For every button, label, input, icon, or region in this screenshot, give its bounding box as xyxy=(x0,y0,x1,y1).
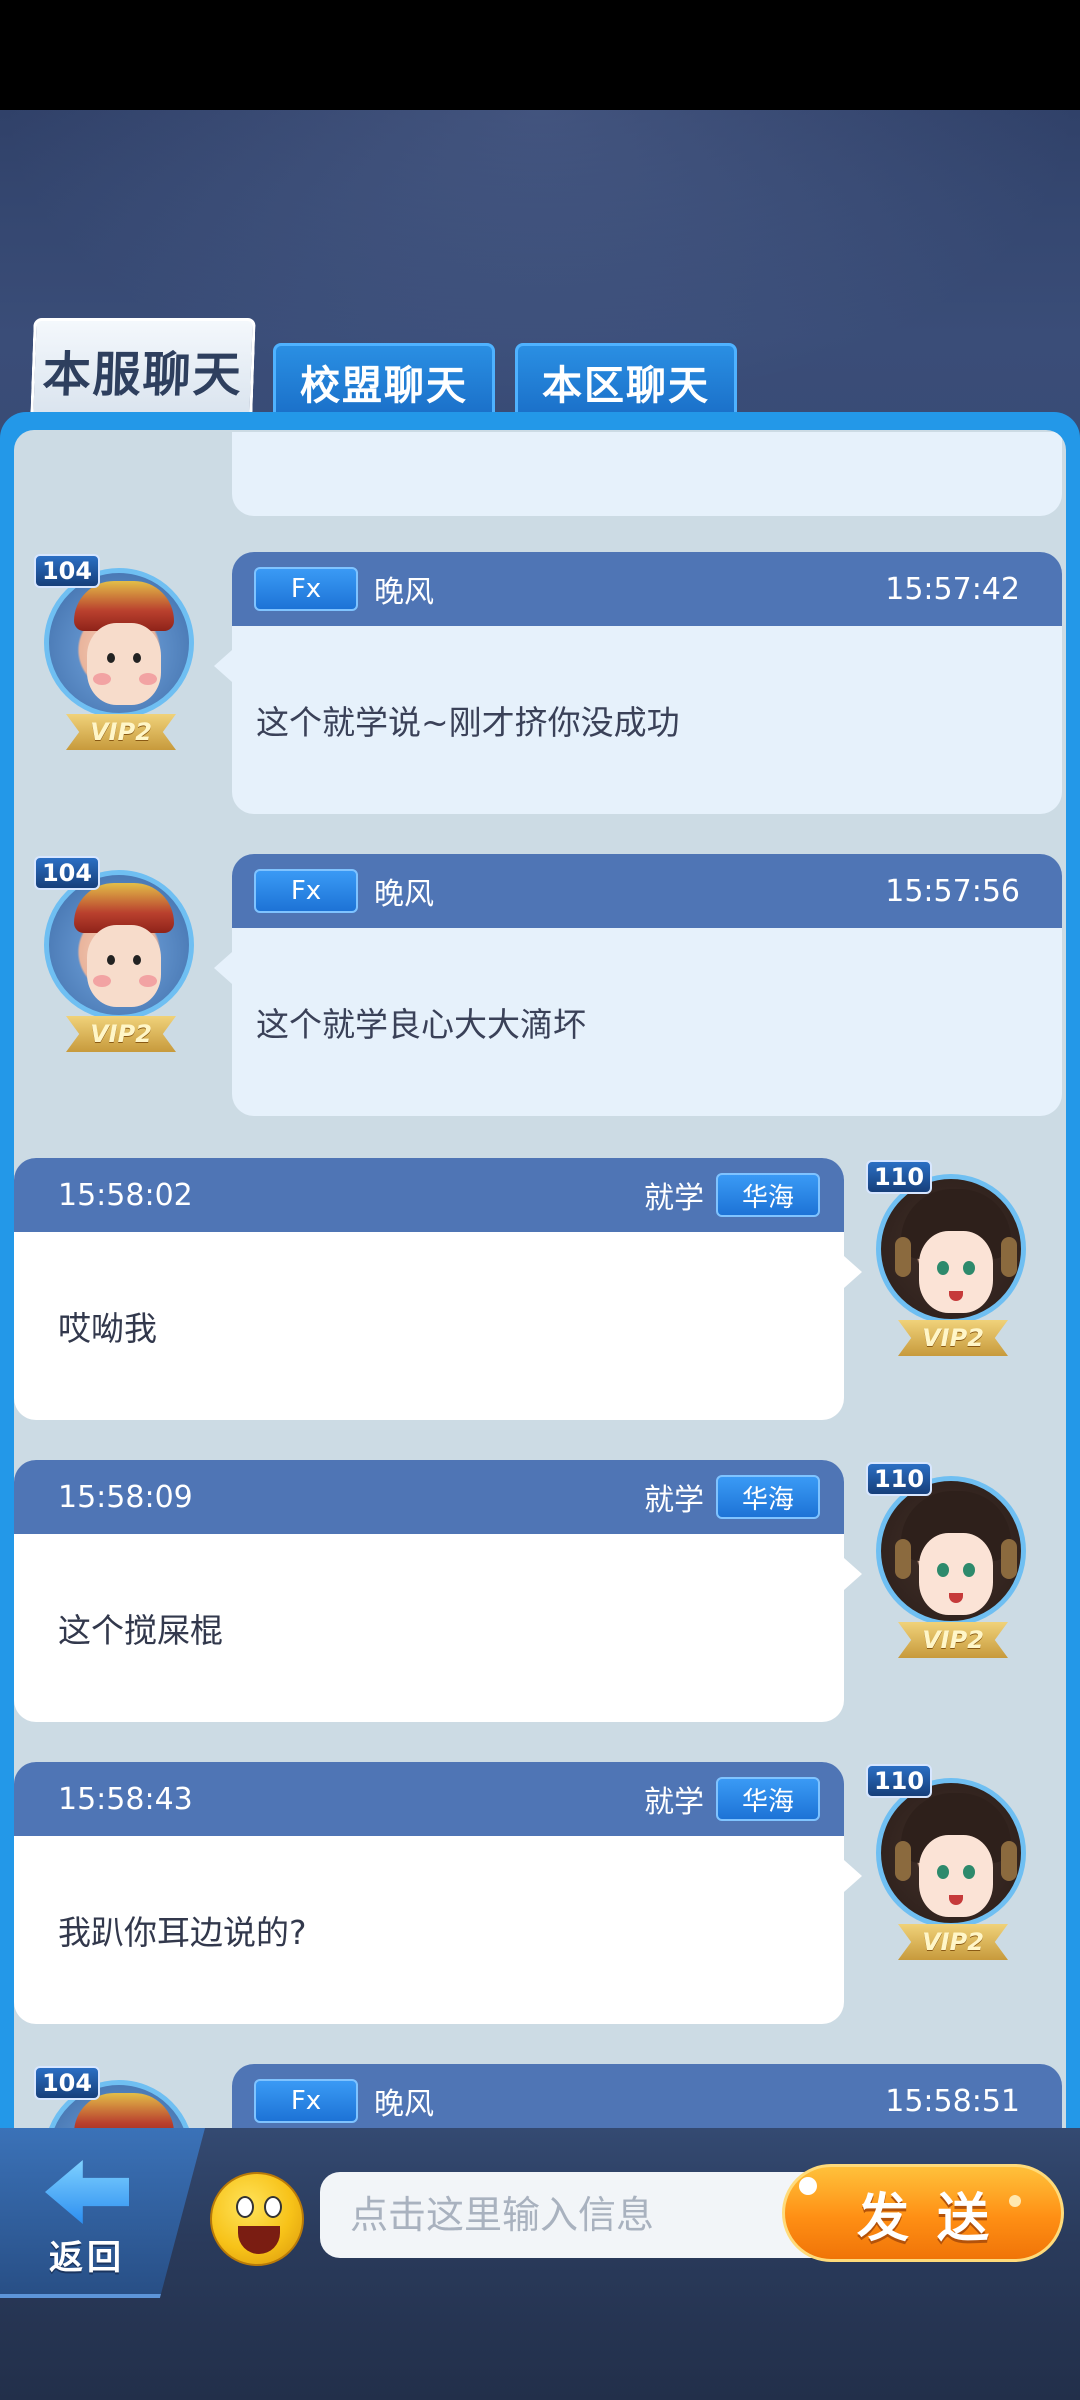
message-bubble: Fx 晚风 15:58:51 xyxy=(232,2064,1062,2132)
message-bubble: 15:58:02 就学 华海 哎呦我 xyxy=(14,1158,844,1420)
message-list[interactable]: 104 VIP2 Fx 晚风 15:57:42 这个就学说~刚才挤你没成功 10… xyxy=(14,430,1066,2132)
level-badge: 104 xyxy=(34,856,100,890)
tab-server-chat[interactable]: 本服聊天 xyxy=(30,318,256,418)
message-text: 哎呦我 xyxy=(58,1309,157,1348)
message-text: 这个就学说~刚才挤你没成功 xyxy=(256,703,680,742)
message-header: Fx 晚风 15:57:42 xyxy=(232,552,1062,626)
sender-name[interactable]: 晚风 xyxy=(374,869,434,913)
bubble-tail xyxy=(844,1558,862,1590)
tag-badge: Fx xyxy=(254,2079,358,2123)
message-time: 15:57:56 xyxy=(885,873,1020,909)
bubble-tail xyxy=(844,1256,862,1288)
sender-name[interactable]: 晚风 xyxy=(374,2079,434,2123)
level-badge: 104 xyxy=(34,2066,100,2100)
level-badge: 110 xyxy=(866,1764,932,1798)
message-bubble-partial xyxy=(232,432,1062,516)
tag-badge: Fx xyxy=(254,869,358,913)
sparkle-icon xyxy=(799,2177,817,2195)
chat-panel: 104 VIP2 Fx 晚风 15:57:42 这个就学说~刚才挤你没成功 10… xyxy=(0,412,1080,2132)
sender-name[interactable]: 晚风 xyxy=(374,567,434,611)
message-time: 15:57:42 xyxy=(885,571,1020,607)
message-time: 15:58:09 xyxy=(58,1479,193,1515)
back-label: 返回 xyxy=(49,2238,125,2278)
emoji-icon[interactable] xyxy=(210,2172,304,2266)
message-time: 15:58:51 xyxy=(885,2083,1020,2119)
bubble-tail xyxy=(214,952,232,984)
bubble-tail xyxy=(214,650,232,682)
tag-badge: 华海 xyxy=(716,1777,820,1821)
message-header: 15:58:02 就学 华海 xyxy=(14,1158,844,1232)
level-badge: 110 xyxy=(866,1160,932,1194)
tag-badge: 华海 xyxy=(716,1475,820,1519)
message-bubble: 15:58:43 就学 华海 我趴你耳边说的? xyxy=(14,1762,844,2024)
level-badge: 104 xyxy=(34,554,100,588)
vip-badge: VIP2 xyxy=(66,1016,176,1052)
vip-badge: VIP2 xyxy=(66,714,176,750)
level-badge: 110 xyxy=(866,1462,932,1496)
vip-badge: VIP2 xyxy=(898,1622,1008,1658)
vip-badge: VIP2 xyxy=(898,1924,1008,1960)
message-header: Fx 晚风 15:57:56 xyxy=(232,854,1062,928)
message-header: 15:58:43 就学 华海 xyxy=(14,1762,844,1836)
tag-badge: Fx xyxy=(254,567,358,611)
vip-badge: VIP2 xyxy=(898,1320,1008,1356)
message-text: 这个就学良心大大滴坏 xyxy=(256,1005,586,1044)
sender-name[interactable]: 就学 xyxy=(644,1173,704,1217)
status-bar xyxy=(0,0,1080,110)
sender-name[interactable]: 就学 xyxy=(644,1777,704,1821)
sparkle-icon xyxy=(1009,2195,1021,2207)
message-text: 我趴你耳边说的? xyxy=(58,1913,307,1952)
message-bubble: Fx 晚风 15:57:56 这个就学良心大大滴坏 xyxy=(232,854,1062,1116)
send-label: 发送 xyxy=(856,2188,1017,2249)
sender-name[interactable]: 就学 xyxy=(644,1475,704,1519)
message-time: 15:58:43 xyxy=(58,1781,193,1817)
tab-region-chat[interactable]: 本区聊天 xyxy=(515,343,737,417)
send-button[interactable]: 发送 xyxy=(782,2164,1064,2262)
tab-alliance-chat[interactable]: 校盟聊天 xyxy=(273,343,495,417)
message-header: Fx 晚风 15:58:51 xyxy=(232,2064,1062,2132)
tag-badge: 华海 xyxy=(716,1173,820,1217)
message-input[interactable] xyxy=(320,2172,840,2258)
message-header: 15:58:09 就学 华海 xyxy=(14,1460,844,1534)
message-bubble: Fx 晚风 15:57:42 这个就学说~刚才挤你没成功 xyxy=(232,552,1062,814)
back-arrow-icon xyxy=(45,2160,129,2224)
message-time: 15:58:02 xyxy=(58,1177,193,1213)
bubble-tail xyxy=(844,1860,862,1892)
message-bubble: 15:58:09 就学 华海 这个搅屎棍 xyxy=(14,1460,844,1722)
back-button[interactable]: 返回 xyxy=(22,2160,152,2290)
message-text: 这个搅屎棍 xyxy=(58,1611,223,1650)
